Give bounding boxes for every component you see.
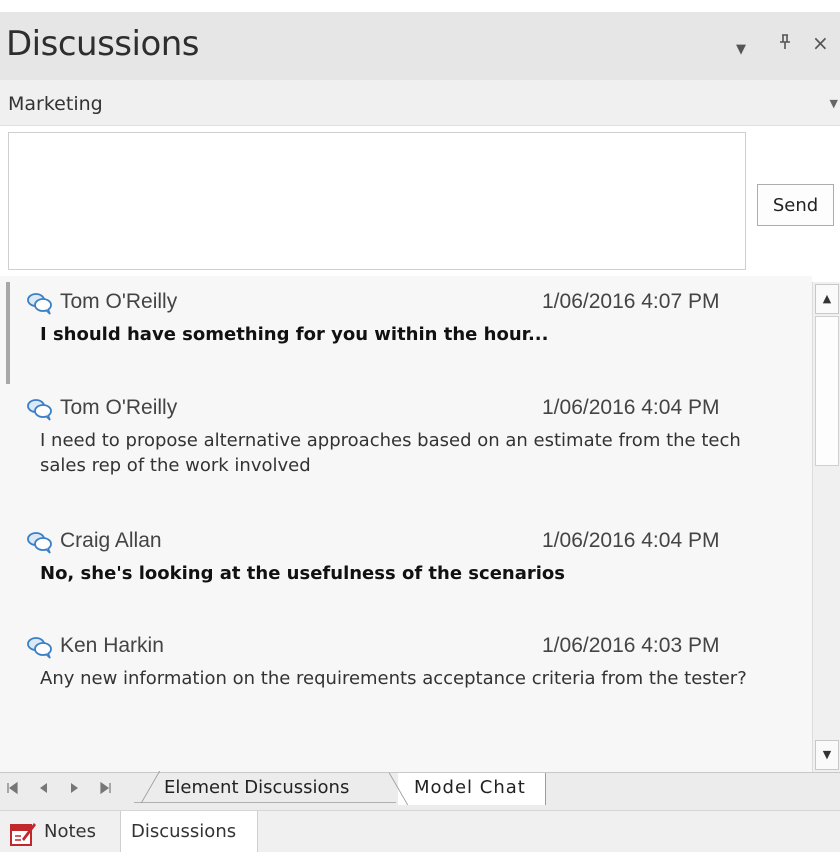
tab-prev-icon[interactable] (38, 782, 48, 798)
scrollbar-thumb[interactable] (815, 316, 839, 466)
window-menu-dropdown-icon[interactable]: ▼ (736, 39, 746, 61)
message-timestamp: 1/06/2016 4:04 PM (542, 396, 720, 419)
tab-first-icon[interactable] (6, 781, 18, 798)
message-header: Tom O'Reilly 1/06/2016 4:07 PM (26, 288, 802, 318)
chat-bubbles-icon (27, 532, 52, 554)
message-header: Craig Allan 1/06/2016 4:04 PM (26, 527, 802, 557)
panel-tab-notes-label: Notes (44, 821, 96, 842)
message-text: I need to propose alternative approaches… (40, 430, 741, 476)
message-header: Tom O'Reilly 1/06/2016 4:04 PM (26, 394, 802, 424)
message-author: Craig Allan (60, 529, 162, 552)
message-item[interactable]: Tom O'Reilly 1/06/2016 4:04 PM I need to… (26, 394, 802, 478)
window-title: Discussions (6, 24, 200, 64)
message-text: No, she's looking at the usefulness of t… (40, 563, 565, 584)
message-timestamp: 1/06/2016 4:04 PM (542, 529, 720, 552)
message-list-scrollbar[interactable]: ▲ ▼ (812, 282, 840, 772)
message-timestamp: 1/06/2016 4:03 PM (542, 634, 720, 657)
panel-tabbar: Notes Discussions (0, 810, 840, 852)
tab-element-discussions[interactable]: Element Discussions (134, 773, 396, 803)
message-item[interactable]: Ken Harkin 1/06/2016 4:03 PM Any new inf… (26, 632, 802, 691)
send-button[interactable]: Send (757, 184, 834, 226)
message-item[interactable]: Craig Allan 1/06/2016 4:04 PM No, she's … (26, 527, 802, 586)
message-item[interactable]: Tom O'Reilly 1/06/2016 4:07 PM I should … (26, 288, 802, 347)
tab-model-chat[interactable]: Model Chat (398, 773, 546, 805)
panel-tab-discussions[interactable]: Discussions (120, 811, 258, 852)
discussion-tabstrip: Element Discussions Model Chat (0, 772, 840, 810)
message-author: Ken Harkin (60, 634, 164, 657)
close-icon[interactable]: × (812, 32, 829, 54)
scroll-up-arrow-icon[interactable]: ▲ (815, 284, 839, 314)
chat-bubbles-icon (27, 637, 52, 659)
tab-last-icon[interactable] (100, 781, 112, 798)
chat-bubbles-icon (27, 293, 52, 315)
scroll-down-arrow-icon[interactable]: ▼ (815, 740, 839, 770)
chat-bubbles-icon (27, 399, 52, 421)
message-author: Tom O'Reilly (60, 396, 178, 419)
channel-select-value[interactable]: Marketing (8, 93, 103, 115)
window-titlebar: Discussions ▼ × (0, 12, 840, 80)
message-author: Tom O'Reilly (60, 290, 178, 313)
message-text: Any new information on the requirements … (40, 668, 747, 689)
message-list[interactable]: Tom O'Reilly 1/06/2016 4:07 PM I should … (0, 276, 812, 772)
message-header: Ken Harkin 1/06/2016 4:03 PM (26, 632, 802, 662)
message-timestamp: 1/06/2016 4:07 PM (542, 290, 720, 313)
selected-message-indicator (6, 282, 10, 384)
channel-select[interactable]: Marketing ▼ (0, 80, 840, 126)
chevron-down-icon[interactable]: ▼ (830, 97, 838, 110)
notes-icon (10, 823, 36, 846)
pin-icon[interactable] (778, 34, 792, 56)
message-text: I should have something for you within t… (40, 324, 549, 345)
message-input[interactable] (8, 132, 746, 270)
tab-next-icon[interactable] (70, 782, 80, 798)
